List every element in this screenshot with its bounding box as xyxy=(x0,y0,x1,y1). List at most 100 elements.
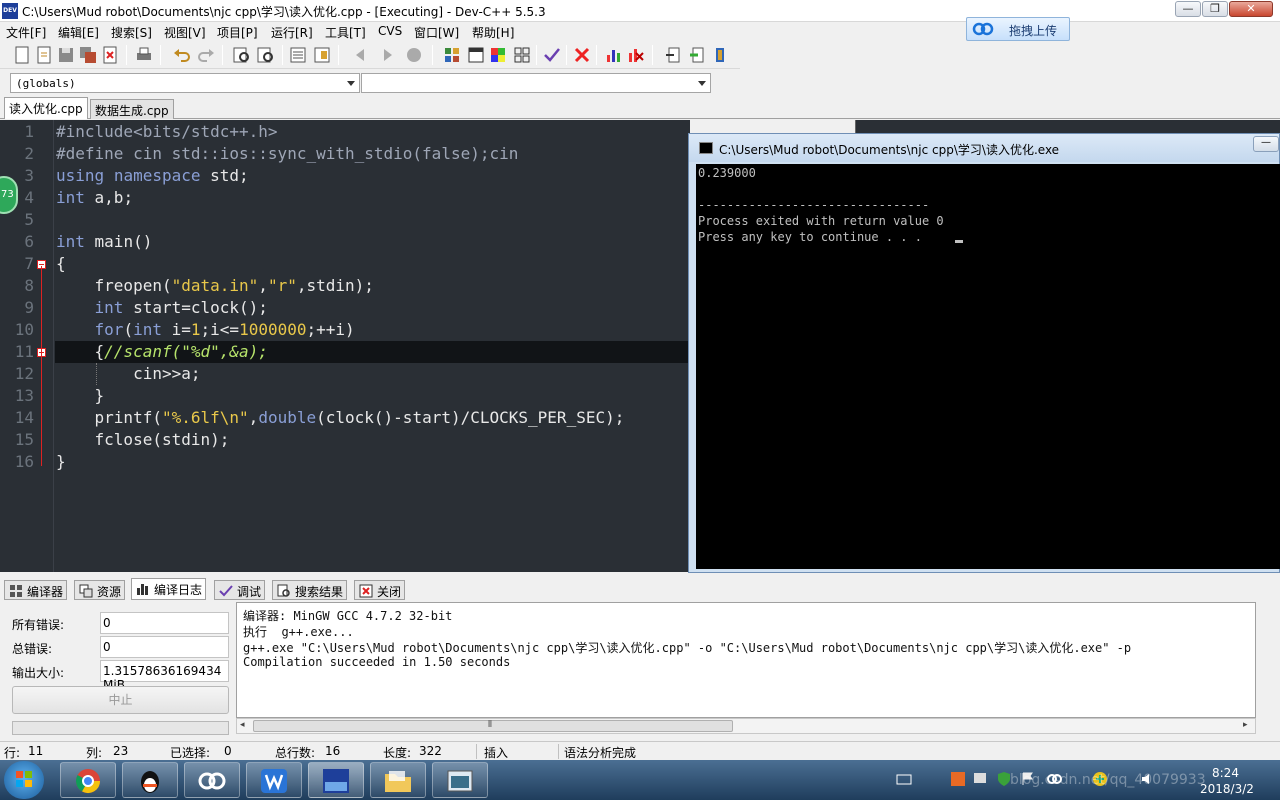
drag-upload-button[interactable]: 拖拽上传 xyxy=(966,17,1070,41)
console-output[interactable]: 0.239000 -------------------------------… xyxy=(696,164,1280,569)
redo-icon[interactable] xyxy=(196,45,216,65)
window-icon[interactable] xyxy=(466,45,486,65)
colors-icon[interactable] xyxy=(488,45,508,65)
menu-project[interactable]: 项目[P] xyxy=(217,24,258,41)
find-icon[interactable] xyxy=(232,45,252,65)
tab-resources[interactable]: 资源 xyxy=(74,580,126,600)
taskbar-devcpp[interactable] xyxy=(308,762,364,798)
keyword: int xyxy=(56,188,85,207)
indent-left-icon[interactable] xyxy=(350,45,370,65)
open-file-icon[interactable] xyxy=(34,45,54,65)
class-select[interactable]: (globals) xyxy=(10,73,360,93)
menu-file[interactable]: 文件[F] xyxy=(6,24,46,41)
replace-icon[interactable] xyxy=(256,45,276,65)
goto-definition-icon[interactable] xyxy=(664,45,684,65)
toggle-bookmark-icon[interactable] xyxy=(312,45,332,65)
ime-icon[interactable] xyxy=(950,771,966,787)
menu-run[interactable]: 运行[R] xyxy=(271,24,313,41)
taskbar-wps[interactable] xyxy=(246,762,302,798)
clock-time[interactable]: 8:24 xyxy=(1212,766,1239,780)
tab-debug[interactable]: 调试 xyxy=(214,580,266,600)
cloud-icon xyxy=(972,22,994,36)
log-line: 编译器: MinGW GCC 4.7.2 32-bit xyxy=(243,609,453,623)
tab-read-optimization[interactable]: 读入优化.cpp xyxy=(4,97,88,119)
tab-compiler[interactable]: 编译器 xyxy=(4,580,68,600)
code-line: using namespace std; xyxy=(56,166,249,185)
taskbar-console[interactable] xyxy=(432,762,488,798)
close-button[interactable]: ✕ xyxy=(1229,1,1273,17)
tab-data-generation[interactable]: 数据生成.cpp xyxy=(90,99,174,119)
line-number: 7 xyxy=(24,254,34,273)
log-horizontal-scrollbar[interactable]: ◂ ⦀ ▸ xyxy=(236,718,1256,734)
save-all-icon[interactable] xyxy=(78,45,98,65)
menu-view[interactable]: 视图[V] xyxy=(164,24,206,41)
menu-cvs[interactable]: CVS xyxy=(378,24,402,38)
checkmark-icon xyxy=(219,585,233,597)
close-file-icon[interactable] xyxy=(100,45,120,65)
line-number: 12 xyxy=(14,364,34,383)
toolbar-separator xyxy=(282,45,283,65)
network-share-icon[interactable] xyxy=(972,771,988,787)
console-line: -------------------------------- xyxy=(698,198,930,212)
scroll-left-icon[interactable]: ◂ xyxy=(240,720,245,730)
maximize-button[interactable]: ❐ xyxy=(1202,1,1228,17)
check-syntax-icon[interactable] xyxy=(542,45,562,65)
tab-close-panel[interactable]: 关闭 xyxy=(354,580,406,600)
code-editor[interactable]: 1 2 3 4 5 6 7 8 9 10 11 12 13 14 15 16 #… xyxy=(0,120,690,572)
start-button[interactable] xyxy=(4,761,44,799)
goto-line-icon[interactable] xyxy=(288,45,308,65)
menu-help[interactable]: 帮助[H] xyxy=(472,24,514,41)
code-line: {//scanf("%d",&a); xyxy=(56,342,268,361)
profile-chart-icon[interactable] xyxy=(604,45,624,65)
console-title: C:\Users\Mud robot\Documents\njc cpp\学习\… xyxy=(719,143,1060,157)
taskbar-qq[interactable] xyxy=(122,762,178,798)
delete-profile-icon[interactable] xyxy=(626,45,646,65)
cloud-icon xyxy=(198,772,226,790)
print-icon[interactable] xyxy=(134,45,154,65)
line-number: 8 xyxy=(24,276,34,295)
add-to-project-icon[interactable] xyxy=(688,45,708,65)
scroll-thumb[interactable]: ⦀ xyxy=(253,720,733,732)
menu-window[interactable]: 窗口[W] xyxy=(414,24,459,41)
file-tabs: 读入优化.cpp 数据生成.cpp xyxy=(0,97,1280,119)
tab-search-results[interactable]: 搜索结果 xyxy=(272,580,348,600)
function-select[interactable] xyxy=(361,73,711,93)
undo-icon[interactable] xyxy=(172,45,192,65)
project-grid-icon[interactable] xyxy=(442,45,462,65)
code-line: for(int i=1;i<=1000000;++i) xyxy=(56,320,355,339)
chart-icon xyxy=(137,584,148,595)
code-line: int a,b; xyxy=(56,188,133,207)
minimize-button[interactable]: — xyxy=(1175,1,1201,17)
tile-icon[interactable] xyxy=(512,45,532,65)
compile-log[interactable]: 编译器: MinGW GCC 4.7.2 32-bit 执行 g++.exe..… xyxy=(236,602,1256,718)
taskbar-baidu-netdisk[interactable] xyxy=(184,762,240,798)
class-select-value: (globals) xyxy=(16,77,76,90)
code-line: #include<bits/stdc++.h> xyxy=(56,122,278,141)
save-icon[interactable] xyxy=(56,45,76,65)
scroll-right-icon[interactable]: ▸ xyxy=(1243,720,1248,730)
number-literal: 1 xyxy=(190,320,201,339)
new-file-icon[interactable] xyxy=(12,45,32,65)
tab-compile-log[interactable]: 编译日志 xyxy=(131,578,207,600)
comment-icon[interactable] xyxy=(404,45,424,65)
line-number: 11 xyxy=(14,342,34,361)
taskbar-chrome[interactable] xyxy=(60,762,116,798)
console-minimize-button[interactable]: — xyxy=(1253,136,1279,152)
keyboard-icon[interactable] xyxy=(896,771,912,787)
tab-label: 关闭 xyxy=(377,585,402,599)
indent-right-icon[interactable] xyxy=(378,45,398,65)
keyword: double xyxy=(258,408,317,427)
stop-icon[interactable] xyxy=(572,45,592,65)
menu-search[interactable]: 搜索[S] xyxy=(111,24,152,41)
clock-date[interactable]: 2018/3/2 xyxy=(1200,782,1254,796)
menu-tools[interactable]: 工具[T] xyxy=(325,24,366,41)
menu-edit[interactable]: 编辑[E] xyxy=(58,24,99,41)
taskbar-explorer[interactable] xyxy=(370,762,426,798)
code-text: std; xyxy=(200,166,249,185)
console-window[interactable]: C:\Users\Mud robot\Documents\njc cpp\学习\… xyxy=(688,133,1280,573)
code-text: ( xyxy=(123,320,134,339)
abort-button[interactable]: 中止 xyxy=(12,686,229,714)
remove-from-project-icon[interactable] xyxy=(710,45,730,65)
toolbar-separator xyxy=(432,45,433,65)
